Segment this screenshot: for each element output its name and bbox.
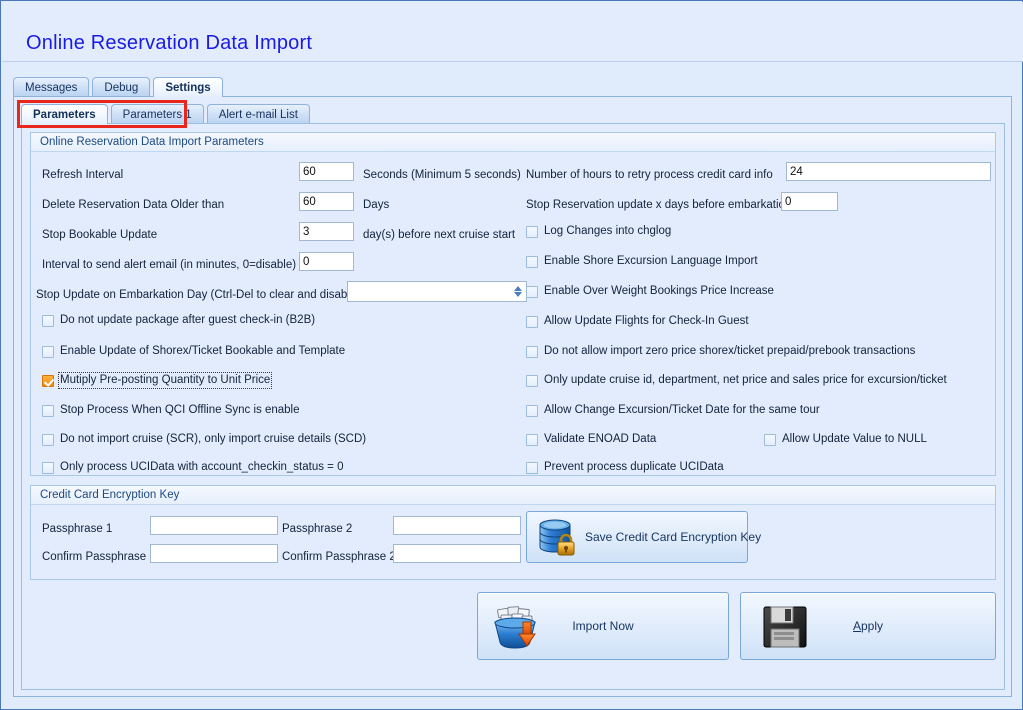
tab-debug-label: Debug — [104, 82, 139, 94]
checkbox-only-process-ucidata[interactable]: Only process UCIData with account_checki… — [42, 461, 344, 474]
checkbox-over-weight-bookings-price-increase[interactable]: Enable Over Weight Bookings Price Increa… — [526, 285, 774, 298]
parameters-tab-panel: Online Reservation Data Import Parameter… — [21, 123, 1005, 690]
apply-label-rest: pply — [861, 619, 884, 633]
checkbox-box-icon[interactable] — [526, 404, 538, 417]
checkbox-box-icon[interactable] — [42, 461, 54, 474]
tab-parameters-1[interactable]: Parameters 1 — [110, 104, 204, 124]
checkbox-box-icon[interactable] — [526, 345, 538, 358]
checkbox-prevent-duplicate-ucidata[interactable]: Prevent process duplicate UCIData — [526, 461, 724, 474]
refresh-interval-suffix: Seconds (Minimum 5 seconds) — [363, 169, 521, 181]
credit-card-encryption-group: Credit Card Encryption Key Passphrase 1 … — [30, 485, 996, 580]
checkbox-stop-process-qci-offline-sync[interactable]: Stop Process When QCI Offline Sync is en… — [42, 404, 299, 417]
outer-tab-row: Messages Debug Settings — [13, 77, 226, 97]
checkbox-only-update-cruise-id[interactable]: Only update cruise id, department, net p… — [526, 374, 947, 387]
page-title: Online Reservation Data Import — [26, 32, 313, 54]
delete-older-than-label: Delete Reservation Data Older than — [42, 199, 225, 211]
checkbox-box-icon[interactable] — [526, 374, 538, 387]
refresh-interval-label: Refresh Interval — [42, 169, 124, 181]
checkbox-box-icon[interactable] — [42, 314, 54, 327]
stop-bookable-update-input[interactable] — [299, 222, 354, 241]
stop-reservation-update-input[interactable] — [781, 192, 838, 211]
passphrase-2-label: Passphrase 2 — [282, 523, 353, 535]
stop-reservation-update-label: Stop Reservation update x days before em… — [526, 199, 792, 211]
checkbox-allow-change-excursion-date[interactable]: Allow Change Excursion/Ticket Date for t… — [526, 404, 820, 417]
retry-hours-input[interactable] — [786, 162, 991, 181]
alert-email-interval-label: Interval to send alert email (in minutes… — [42, 259, 297, 271]
tab-parameters[interactable]: Parameters — [21, 104, 108, 124]
tab-debug[interactable]: Debug — [92, 77, 151, 97]
checkbox-box-icon[interactable] — [526, 461, 538, 474]
checkbox-box-icon[interactable] — [526, 433, 538, 446]
stop-bookable-update-label: Stop Bookable Update — [42, 229, 158, 241]
tab-messages-label: Messages — [25, 82, 78, 94]
passphrase-1-input[interactable] — [150, 516, 278, 535]
checkbox-do-not-allow-zero-price[interactable]: Do not allow import zero price shorex/ti… — [526, 345, 915, 358]
checkbox-enable-shore-excursion-language[interactable]: Enable Shore Excursion Language Import — [526, 255, 758, 268]
embarkation-day-label: Stop Update on Embarkation Day (Ctrl-Del… — [36, 289, 361, 301]
checkbox-box-icon[interactable] — [42, 404, 54, 417]
checkbox-box-icon[interactable] — [764, 433, 776, 446]
inner-tab-row: Parameters Parameters 1 Alert e-mail Lis… — [21, 104, 313, 124]
checkbox-box-icon[interactable] — [526, 255, 538, 268]
retry-hours-label: Number of hours to retry process credit … — [526, 169, 773, 181]
database-lock-icon — [537, 518, 581, 561]
checkbox-box-icon[interactable] — [42, 345, 54, 358]
checkbox-box-icon[interactable] — [42, 433, 54, 446]
checkbox-do-not-import-cruise-scr[interactable]: Do not import cruise (SCR), only import … — [42, 433, 366, 446]
credit-card-encryption-group-title: Credit Card Encryption Key — [31, 486, 995, 505]
checkbox-allow-update-flights[interactable]: Allow Update Flights for Check-In Guest — [526, 315, 749, 328]
refresh-interval-input[interactable] — [299, 162, 354, 181]
checkbox-do-not-update-package[interactable]: Do not update package after guest check-… — [42, 314, 315, 327]
spinner-up-icon[interactable] — [514, 286, 522, 291]
checkbox-box-icon[interactable] — [526, 225, 538, 238]
checkbox-log-changes-chglog[interactable]: Log Changes into chglog — [526, 225, 671, 238]
apply-button[interactable]: Apply — [740, 592, 996, 660]
import-now-button[interactable]: Import Now — [477, 592, 729, 660]
tab-alert-email-list[interactable]: Alert e-mail List — [206, 104, 310, 124]
checkbox-box-icon[interactable] — [526, 285, 538, 298]
confirm-passphrase-1-input[interactable] — [150, 544, 278, 563]
apply-label: Apply — [741, 619, 995, 633]
checkbox-validate-enoad-data[interactable]: Validate ENOAD Data — [526, 433, 656, 446]
tab-settings[interactable]: Settings — [153, 77, 223, 97]
confirm-passphrase-1-label: Confirm Passphrase 1 — [42, 551, 156, 563]
passphrase-2-input[interactable] — [393, 516, 521, 535]
save-credit-card-encryption-key-label: Save Credit Card Encryption Key — [585, 530, 762, 544]
embarkation-day-datetime-picker[interactable] — [347, 281, 527, 302]
tab-messages[interactable]: Messages — [13, 77, 90, 97]
tab-parameters-label: Parameters — [33, 109, 96, 121]
delete-older-than-suffix: Days — [363, 199, 390, 211]
import-parameters-group-title: Online Reservation Data Import Parameter… — [31, 133, 995, 152]
save-credit-card-encryption-key-button[interactable]: Save Credit Card Encryption Key — [526, 511, 761, 563]
spinner-down-icon[interactable] — [514, 292, 522, 297]
outer-tab-control: Messages Debug Settings Parameters Param… — [13, 77, 1012, 697]
checkbox-multiply-preposting-quantity[interactable]: Mutiply Pre-posting Quantity to Unit Pri… — [42, 372, 273, 389]
passphrase-1-label: Passphrase 1 — [42, 523, 113, 535]
delete-older-than-input[interactable] — [299, 192, 354, 211]
title-bar: Online Reservation Data Import — [2, 2, 1023, 62]
import-now-label: Import Now — [572, 619, 634, 633]
checkbox-allow-update-value-to-null[interactable]: Allow Update Value to NULL — [764, 433, 927, 446]
import-parameters-group: Online Reservation Data Import Parameter… — [30, 132, 996, 476]
apply-accesskey: A — [852, 619, 861, 633]
settings-tab-panel: Parameters Parameters 1 Alert e-mail Lis… — [13, 96, 1012, 697]
confirm-passphrase-2-label: Confirm Passphrase 2 — [282, 551, 396, 563]
checkbox-enable-update-shorex-ticket[interactable]: Enable Update of Shorex/Ticket Bookable … — [42, 345, 345, 358]
checkbox-box-icon[interactable] — [526, 315, 538, 328]
stop-bookable-update-suffix: day(s) before next cruise start — [363, 229, 516, 241]
confirm-passphrase-2-input[interactable] — [393, 544, 521, 563]
application-window: Online Reservation Data Import Messages … — [0, 0, 1023, 710]
tab-settings-label: Settings — [165, 82, 211, 94]
tab-parameters-1-label: Parameters 1 — [122, 109, 192, 121]
inner-tab-control: Parameters Parameters 1 Alert e-mail Lis… — [17, 100, 1005, 690]
checkbox-box-checked-icon[interactable] — [42, 374, 54, 387]
alert-email-interval-input[interactable] — [299, 252, 354, 271]
tab-alert-email-list-label: Alert e-mail List — [218, 109, 298, 121]
